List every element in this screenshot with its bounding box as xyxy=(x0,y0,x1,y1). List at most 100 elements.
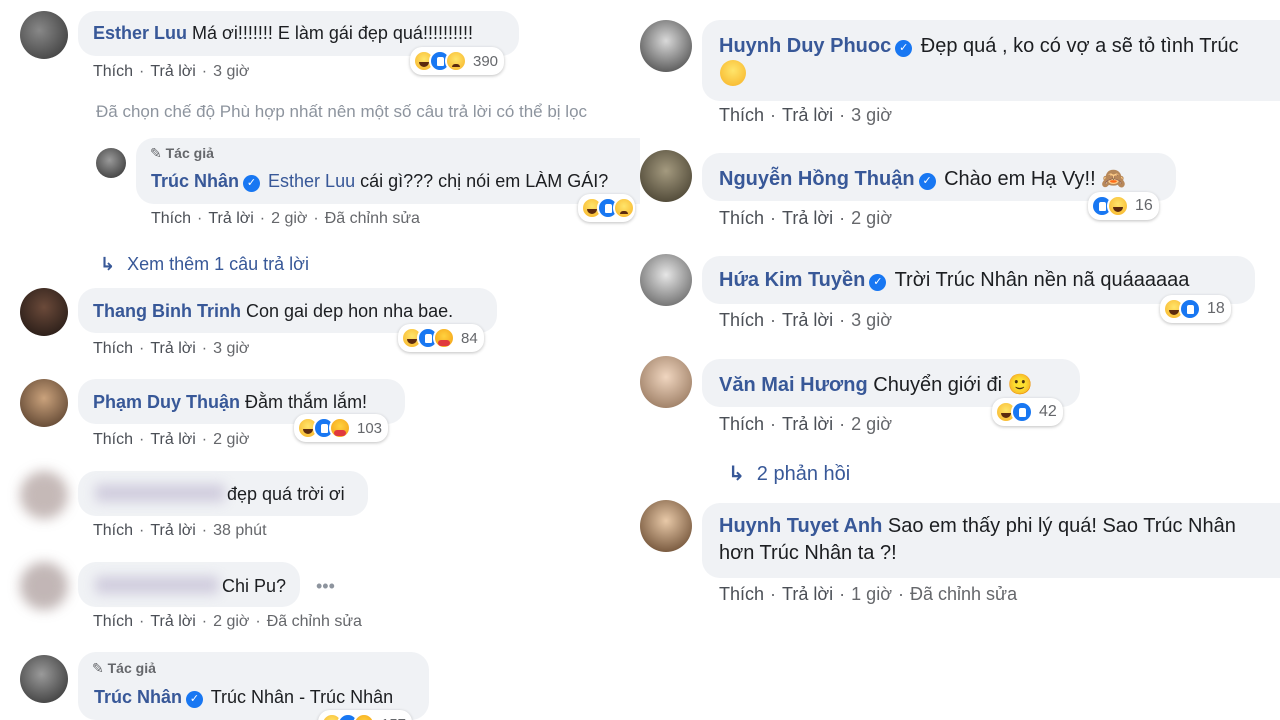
like-link[interactable]: Thích xyxy=(719,105,764,125)
reply-arrow-icon: ↳ xyxy=(728,463,745,485)
commenter-name[interactable]: Trúc Nhân xyxy=(94,687,182,707)
author-badge: Tác giả xyxy=(107,660,156,676)
timestamp[interactable]: 3 giờ xyxy=(851,310,892,330)
reply-link[interactable]: Trả lời xyxy=(150,340,195,357)
avatar[interactable] xyxy=(20,471,68,519)
avatar[interactable] xyxy=(640,356,692,408)
comment-actions: Thích · Trả lời · 2 giờ xyxy=(93,431,250,448)
edited-label[interactable]: Đã chỉnh sửa xyxy=(910,584,1017,604)
like-link[interactable]: Thích xyxy=(93,613,133,630)
rofl-emoji-icon xyxy=(720,60,746,86)
avatar[interactable] xyxy=(20,655,68,703)
reply-link[interactable]: Trả lời xyxy=(782,414,833,434)
timestamp[interactable]: 2 giờ xyxy=(851,208,892,228)
comment-text: cái gì??? chị nói em LÀM GÁI? xyxy=(360,171,609,191)
comment-actions: Thích · Trả lời · 2 giờ · Đã chỉnh sửa xyxy=(151,210,420,227)
like-link[interactable]: Thích xyxy=(93,431,133,448)
view-replies-label[interactable]: 2 phản hồi xyxy=(757,463,850,485)
timestamp[interactable]: 2 giờ xyxy=(213,613,249,630)
like-link[interactable]: Thích xyxy=(719,414,764,434)
verified-icon: ✓ xyxy=(869,274,887,291)
like-link[interactable]: Thích xyxy=(93,340,133,357)
reply-link[interactable]: Trả lời xyxy=(782,310,833,330)
edited-label[interactable]: Đã chỉnh sửa xyxy=(267,613,362,630)
reaction-summary[interactable]: 42 xyxy=(992,398,1063,426)
smile-icon: 🙂 xyxy=(1007,374,1033,396)
timestamp[interactable]: 3 giờ xyxy=(213,340,249,357)
reply-link[interactable]: Trả lời xyxy=(782,584,833,604)
comment-text: Má ơi!!!!!!! E làm gái đẹp quá!!!!!!!!!! xyxy=(192,23,473,43)
timestamp[interactable]: 3 giờ xyxy=(213,63,249,80)
timestamp[interactable]: 3 giờ xyxy=(851,105,892,125)
avatar[interactable] xyxy=(96,148,126,178)
avatar[interactable] xyxy=(640,20,692,72)
edited-label[interactable]: Đã chỉnh sửa xyxy=(325,210,420,227)
pencil-icon: ✎ xyxy=(92,660,104,676)
reaction-summary[interactable]: 390 xyxy=(410,47,505,75)
reply-link[interactable]: Trả lời xyxy=(150,63,195,80)
view-replies[interactable]: ↳ 2 phản hồi xyxy=(728,461,850,486)
verified-icon: ✓ xyxy=(918,173,936,190)
mention-link[interactable]: Esther Luu xyxy=(268,171,355,191)
commenter-name[interactable]: Văn Mai Hương xyxy=(719,374,868,396)
reaction-summary[interactable] xyxy=(578,194,635,222)
reaction-summary[interactable]: 103 xyxy=(294,414,389,442)
like-icon xyxy=(1011,401,1033,423)
avatar[interactable] xyxy=(20,379,68,427)
reply-link[interactable]: Trả lời xyxy=(150,431,195,448)
avatar[interactable] xyxy=(20,562,68,610)
timestamp[interactable]: 38 phút xyxy=(213,522,266,539)
care-icon xyxy=(433,327,455,349)
avatar[interactable] xyxy=(640,500,692,552)
timestamp[interactable]: 2 giờ xyxy=(271,210,307,227)
sad-icon xyxy=(613,197,635,219)
commenter-name[interactable]: Trúc Nhân xyxy=(151,171,239,191)
timestamp[interactable]: 2 giờ xyxy=(851,414,892,434)
author-badge: Tác giả xyxy=(165,145,214,161)
reply-link[interactable]: Trả lời xyxy=(150,613,195,630)
reaction-summary[interactable]: 16 xyxy=(1088,192,1159,220)
reply-link[interactable]: Trả lời xyxy=(782,105,833,125)
avatar[interactable] xyxy=(20,288,68,336)
commenter-name[interactable]: Huynh Tuyet Anh xyxy=(719,515,882,537)
reaction-count: 157 xyxy=(381,716,406,720)
comment-text: Chuyển giới đi xyxy=(873,374,1003,396)
ellipsis-icon[interactable]: ••• xyxy=(316,576,335,597)
reply-link[interactable]: Trả lời xyxy=(150,522,195,539)
comment-actions: Thích · Trả lời · 38 phút xyxy=(93,522,267,539)
avatar[interactable] xyxy=(640,150,692,202)
timestamp[interactable]: 1 giờ xyxy=(851,584,892,604)
timestamp[interactable]: 2 giờ xyxy=(213,431,249,448)
reply-link[interactable]: Trả lời xyxy=(208,210,253,227)
avatar[interactable] xyxy=(640,254,692,306)
like-link[interactable]: Thích xyxy=(151,210,191,227)
like-link[interactable]: Thích xyxy=(719,208,764,228)
reaction-summary[interactable]: 84 xyxy=(398,324,484,352)
commenter-name[interactable]: Thang Binh Trinh xyxy=(93,301,241,321)
like-link[interactable]: Thích xyxy=(719,584,764,604)
like-link[interactable]: Thích xyxy=(93,63,133,80)
filter-notice: Đã chọn chế độ Phù hợp nhất nên một số c… xyxy=(96,102,588,121)
right-comment-panel: Huynh Duy Phuoc ✓ Đẹp quá , ko có vợ a sẽ… xyxy=(640,0,1280,720)
view-more-label[interactable]: Xem thêm 1 câu trả lời xyxy=(127,254,309,274)
commenter-name[interactable]: Huynh Duy Phuoc xyxy=(719,35,891,57)
see-no-evil-monkey-icon: 🙈 xyxy=(1101,168,1127,190)
comment-actions: Thích · Trả lời · 1 giờ · Đã chỉnh sửa xyxy=(719,584,1018,604)
blurred-name xyxy=(95,484,225,502)
commenter-name[interactable]: Phạm Duy Thuận xyxy=(93,392,240,412)
like-link[interactable]: Thích xyxy=(719,310,764,330)
comment-bubble xyxy=(702,20,1280,101)
reaction-count: 16 xyxy=(1135,197,1153,214)
commenter-name[interactable]: Nguyễn Hồng Thuận xyxy=(719,168,915,190)
reply-link[interactable]: Trả lời xyxy=(782,208,833,228)
comment-actions: Thích · Trả lời · 2 giờ xyxy=(719,414,892,434)
commenter-name[interactable]: Esther Luu xyxy=(93,23,187,43)
like-link[interactable]: Thích xyxy=(93,522,133,539)
view-more-replies[interactable]: ↳ Xem thêm 1 câu trả lời xyxy=(100,254,309,275)
commenter-name[interactable]: Hứa Kim Tuyền xyxy=(719,269,865,291)
avatar[interactable] xyxy=(20,11,68,59)
comment-actions: Thích · Trả lời · 3 giờ xyxy=(93,340,250,357)
reaction-summary[interactable]: 18 xyxy=(1160,295,1231,323)
reaction-summary[interactable]: 157 xyxy=(318,710,413,720)
comment-actions: Thích · Trả lời · 3 giờ xyxy=(719,310,892,330)
